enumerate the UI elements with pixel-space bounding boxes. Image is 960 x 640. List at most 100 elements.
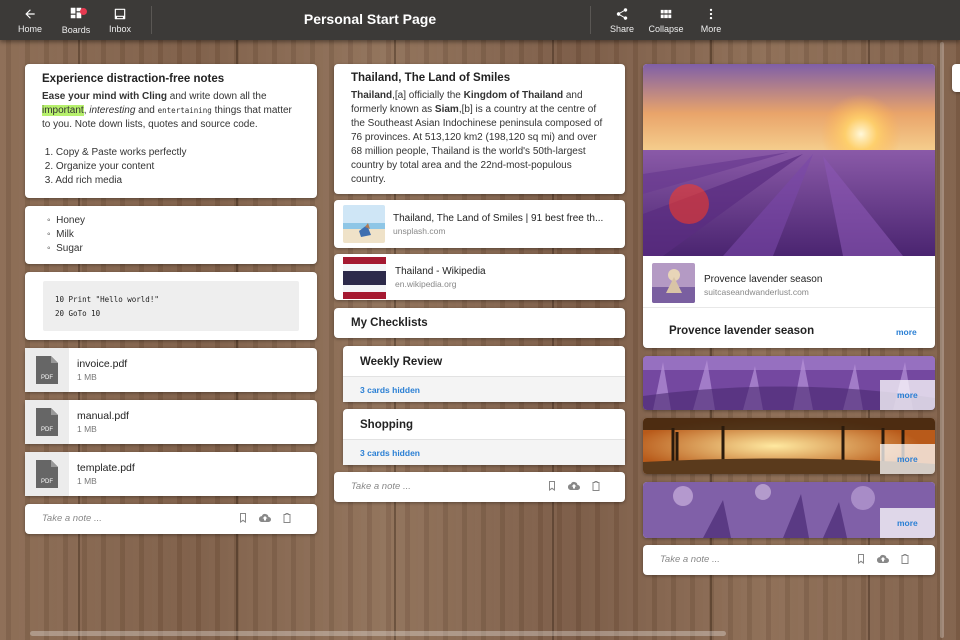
article-title: Thailand, The Land of Smiles [351,72,511,84]
more-link[interactable]: more [897,390,918,400]
link-title: Thailand - Wikipedia [395,266,486,277]
list-item: 2. Organize your content [42,161,155,172]
inbox-button[interactable]: Inbox [102,0,138,40]
checklist-card[interactable]: Shopping 3 cards hidden [343,409,625,465]
file-name: manual.pdf [77,410,129,422]
take-note-bar[interactable]: Take a note ... [25,504,317,534]
more-button[interactable]: More [696,0,726,40]
cloud-upload-icon[interactable] [259,512,271,524]
next-column-peek[interactable] [952,64,960,92]
hidden-cards-bar[interactable]: 3 cards hidden [343,376,625,402]
take-note-bar[interactable]: Take a note ... [643,545,935,575]
code-note[interactable]: 10 Print "Hello world!" 20 GoTo 10 [25,272,317,340]
collapse-label: Collapse [648,23,684,34]
share-label: Share [609,23,635,34]
lavender-image-card[interactable]: Provence lavender season suitcaseandwand… [643,64,935,348]
cloud-upload-icon[interactable] [568,480,580,492]
article-note[interactable]: Thailand, The Land of Smiles Thailand,[a… [334,64,625,194]
more-link[interactable]: more [897,454,918,464]
take-note-bar[interactable]: Take a note ... [334,472,625,502]
more-overlay[interactable]: more [880,444,935,474]
list-item: ◦ Honey [47,215,86,226]
link-card-provence[interactable]: Provence lavender season suitcaseandwand… [643,256,935,308]
note-highlight: important [42,105,84,116]
checklists-header[interactable]: My Checklists [334,308,625,338]
notification-badge [80,7,87,15]
lavender-image-card[interactable]: more [643,482,935,538]
vertical-scrollbar[interactable] [940,42,944,638]
svg-text:PDF: PDF [41,479,53,485]
thailand-flag-thumbnail [343,257,386,299]
lavender-image-card[interactable]: more [643,356,935,410]
checklists-title: My Checklists [351,317,428,329]
bookmark-icon[interactable] [855,553,867,565]
link-domain: unsplash.com [393,226,446,236]
pdf-icon: PDF [25,348,69,392]
collapse-button[interactable]: Collapse [646,0,686,40]
file-size: 1 MB [77,372,97,382]
file-card[interactable]: PDF manual.pdf 1 MB [25,400,317,444]
more-overlay[interactable]: more [880,380,935,410]
list-item: ◦ Sugar [47,243,83,254]
take-note-input[interactable]: Take a note ... [660,554,720,565]
take-note-icons [546,480,602,492]
code-line: 20 GoTo 10 [55,309,101,318]
bookmark-icon[interactable] [237,512,249,524]
bookmark-icon[interactable] [546,480,558,492]
more-link[interactable]: more [897,518,918,528]
code-line: 10 Print "Hello world!" [55,295,159,304]
pdf-icon: PDF [25,400,69,444]
clipboard-icon[interactable] [590,480,602,492]
note-italic: interesting [89,105,136,116]
home-label: Home [17,23,42,34]
horizontal-scrollbar[interactable] [30,631,726,636]
file-size: 1 MB [77,424,97,434]
checklist-card[interactable]: Weekly Review 3 cards hidden [343,346,625,402]
provence-thumbnail [652,263,695,303]
share-icon [616,7,628,20]
file-size: 1 MB [77,476,97,486]
top-bar: Home Boards Inbox Personal Start Page Sh… [0,0,960,40]
share-button[interactable]: Share [604,0,640,40]
checklist-title: Shopping [360,419,414,431]
file-name: invoice.pdf [77,358,128,370]
take-note-input[interactable]: Take a note ... [351,481,411,492]
inbox-label: Inbox [108,23,132,34]
file-card[interactable]: PDF invoice.pdf 1 MB [25,348,317,392]
cloud-upload-icon[interactable] [877,553,889,565]
clipboard-icon[interactable] [899,553,911,565]
page-title: Personal Start Page [303,11,437,27]
note-bold: Ease your mind with Cling [42,91,168,102]
boards-button[interactable]: Boards [56,0,96,40]
file-card[interactable]: PDF template.pdf 1 MB [25,452,317,496]
list-item: ◦ Milk [47,229,74,240]
home-button[interactable]: Home [12,0,48,40]
back-arrow-icon [25,8,35,19]
rich-text-note[interactable]: Experience distraction-free notes Ease y… [25,64,317,198]
link-title: Provence lavender season [704,274,823,285]
note-text: and [135,105,158,116]
link-card-unsplash[interactable]: Thailand, The Land of Smiles | 91 best f… [334,200,625,248]
hidden-cards-label[interactable]: 3 cards hidden [360,385,420,395]
more-overlay[interactable]: more [880,508,935,538]
boards-icon-wrap [69,6,87,25]
more-link[interactable]: more [896,327,917,337]
note-title: Experience distraction-free notes [42,73,225,85]
code-block: 10 Print "Hello world!" 20 GoTo 10 [43,281,299,331]
numbered-list: 1. Copy & Paste works perfectly 2. Organ… [42,146,300,188]
link-domain: suitcaseandwanderlust.com [704,287,809,297]
clipboard-icon[interactable] [281,512,293,524]
sunset-image-card[interactable]: more [643,418,935,474]
list-item: 3. Add rich media [42,175,123,186]
pdf-icon: PDF [25,452,69,496]
hidden-cards-label[interactable]: 3 cards hidden [360,448,420,458]
link-text: Thailand - Wikipedia en.wikipedia.org [395,266,486,289]
bullet-list-note[interactable]: ◦ Honey ◦ Milk ◦ Sugar [25,206,317,264]
beach-thumbnail [343,205,385,243]
hidden-cards-bar[interactable]: 3 cards hidden [343,439,625,465]
link-card-wikipedia[interactable]: Thailand - Wikipedia en.wikipedia.org [334,254,625,300]
image-caption: Provence lavender season [669,325,815,337]
list-item: 1. Copy & Paste works perfectly [42,147,187,158]
take-note-input[interactable]: Take a note ... [42,513,102,524]
article-body: Thailand,[a] officially the Kingdom of T… [351,90,603,185]
